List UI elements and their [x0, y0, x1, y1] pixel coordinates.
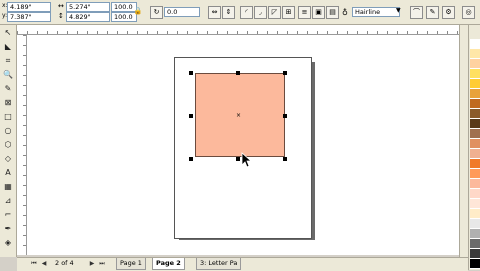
crop-tool-icon[interactable]: ⌗ [2, 55, 14, 67]
selection-handle-top-left[interactable] [189, 71, 193, 75]
tab-page-2[interactable]: Page 2 [152, 258, 185, 270]
color-swatch[interactable] [470, 139, 480, 149]
page-counter: 2 of 4 [55, 259, 74, 267]
toolbox: ↖ ◣ ⌗ 🔍 ✎ ⊠ □ ○ ⬡ ◇ A ▦ ⊿ ⌐ ✒ ◈ [0, 25, 17, 257]
color-swatch[interactable] [470, 109, 480, 119]
color-swatch[interactable] [470, 129, 480, 139]
text-tool-icon[interactable]: A [2, 167, 14, 179]
previous-page-button[interactable]: ◀ [40, 259, 48, 268]
vertical-ruler[interactable] [17, 35, 27, 255]
color-swatch[interactable] [470, 99, 480, 109]
color-swatch[interactable] [470, 219, 480, 229]
color-palette [468, 25, 480, 270]
convert-to-curves-icon[interactable]: ⌒ [410, 6, 423, 19]
tab-page-3[interactable]: 3: Letter Pa [196, 258, 242, 270]
page-navigator-bar [17, 257, 468, 271]
color-swatch[interactable] [470, 179, 480, 189]
ellipse-tool-icon[interactable]: ○ [2, 125, 14, 137]
color-swatch[interactable] [470, 249, 480, 259]
corner-round-icon[interactable]: ◜ [240, 6, 253, 19]
mirror-horizontal-button[interactable]: ⇔ [208, 6, 221, 19]
basic-shapes-tool-icon[interactable]: ◇ [2, 153, 14, 165]
mirror-vertical-button[interactable]: ⇕ [222, 6, 235, 19]
shape-tool-icon[interactable]: ◣ [2, 41, 14, 53]
color-swatch[interactable] [470, 49, 480, 59]
color-swatch[interactable] [470, 59, 480, 69]
last-page-button[interactable]: ⏭ [98, 259, 106, 268]
lock-ratio-icon[interactable]: 🔒 [134, 7, 143, 15]
selection-handle-bottom[interactable] [236, 157, 240, 161]
outline-pen-icon: ♁ [342, 8, 348, 17]
selection-handle-top-right[interactable] [283, 71, 287, 75]
table-tool-icon[interactable]: ▦ [2, 181, 14, 193]
corner-chamfer-icon[interactable]: ◸ [268, 6, 281, 19]
selection-handle-left[interactable] [189, 114, 193, 118]
horizontal-ruler[interactable] [17, 25, 459, 35]
freehand-tool-icon[interactable]: ✎ [2, 83, 14, 95]
color-swatch[interactable] [470, 79, 480, 89]
smart-fill-tool-icon[interactable]: ⊠ [2, 97, 14, 109]
rotation-field[interactable]: 0.0 [164, 7, 200, 17]
dimension-tool-icon[interactable]: ⊿ [2, 195, 14, 207]
color-swatch[interactable] [470, 69, 480, 79]
selection-handle-bottom-right[interactable] [283, 157, 287, 161]
rotate-icon: ↻ [150, 6, 163, 19]
selection-handle-top[interactable] [236, 71, 240, 75]
color-swatch[interactable] [470, 39, 480, 49]
mouse-cursor-icon [241, 152, 253, 168]
color-swatch[interactable] [470, 209, 480, 219]
tab-page-1[interactable]: Page 1 [116, 258, 146, 270]
y-position-field[interactable]: 7.387" [7, 12, 51, 22]
edit-icon[interactable]: ✎ [426, 6, 439, 19]
pick-tool-icon[interactable]: ↖ [2, 27, 14, 39]
connector-tool-icon[interactable]: ⌐ [2, 209, 14, 221]
options-icon[interactable]: ⚙ [442, 6, 455, 19]
to-front-icon[interactable]: ▣ [312, 6, 325, 19]
color-swatch[interactable] [470, 119, 480, 129]
first-page-button[interactable]: ⏮ [30, 259, 38, 268]
color-swatch[interactable] [470, 169, 480, 179]
next-page-button[interactable]: ▶ [88, 259, 96, 268]
color-swatch[interactable] [470, 189, 480, 199]
selection-handle-right[interactable] [283, 114, 287, 118]
center-x-icon: × [236, 112, 242, 119]
polygon-tool-icon[interactable]: ⬡ [2, 139, 14, 151]
eyedropper-tool-icon[interactable]: ✒ [2, 223, 14, 235]
outline-width-dropdown[interactable]: Hairline [352, 7, 400, 17]
outline-tool-icon[interactable]: ◈ [2, 237, 14, 249]
width-icon: ↔ [58, 2, 64, 10]
x-position-field[interactable]: 4.189" [7, 2, 51, 12]
corner-scallop-icon[interactable]: ◞ [254, 6, 267, 19]
color-swatch[interactable] [470, 199, 480, 209]
to-back-icon[interactable]: ▤ [326, 6, 339, 19]
color-swatch[interactable] [470, 149, 480, 159]
wrap-text-icon[interactable]: ≡ [298, 6, 311, 19]
height-field[interactable]: 4.829" [66, 12, 110, 22]
width-field[interactable]: 5.274" [66, 2, 110, 12]
color-swatch[interactable] [470, 159, 480, 169]
chevron-down-icon[interactable]: ▼ [396, 7, 401, 14]
selection-handle-bottom-left[interactable] [189, 157, 193, 161]
property-bar: x: 4.189" y: 7.387" ↔ 5.274" ↕ 4.829" 10… [0, 0, 480, 25]
color-swatch[interactable] [470, 259, 480, 269]
rectangle-tool-icon[interactable]: □ [2, 111, 14, 123]
height-icon: ↕ [58, 12, 64, 20]
snap-icon[interactable]: ◎ [462, 6, 475, 19]
color-swatch[interactable] [470, 229, 480, 239]
color-swatch[interactable] [470, 89, 480, 99]
color-swatch[interactable] [470, 239, 480, 249]
zoom-tool-icon[interactable]: 🔍 [2, 69, 14, 81]
relative-corner-icon[interactable]: ⊞ [282, 6, 295, 19]
